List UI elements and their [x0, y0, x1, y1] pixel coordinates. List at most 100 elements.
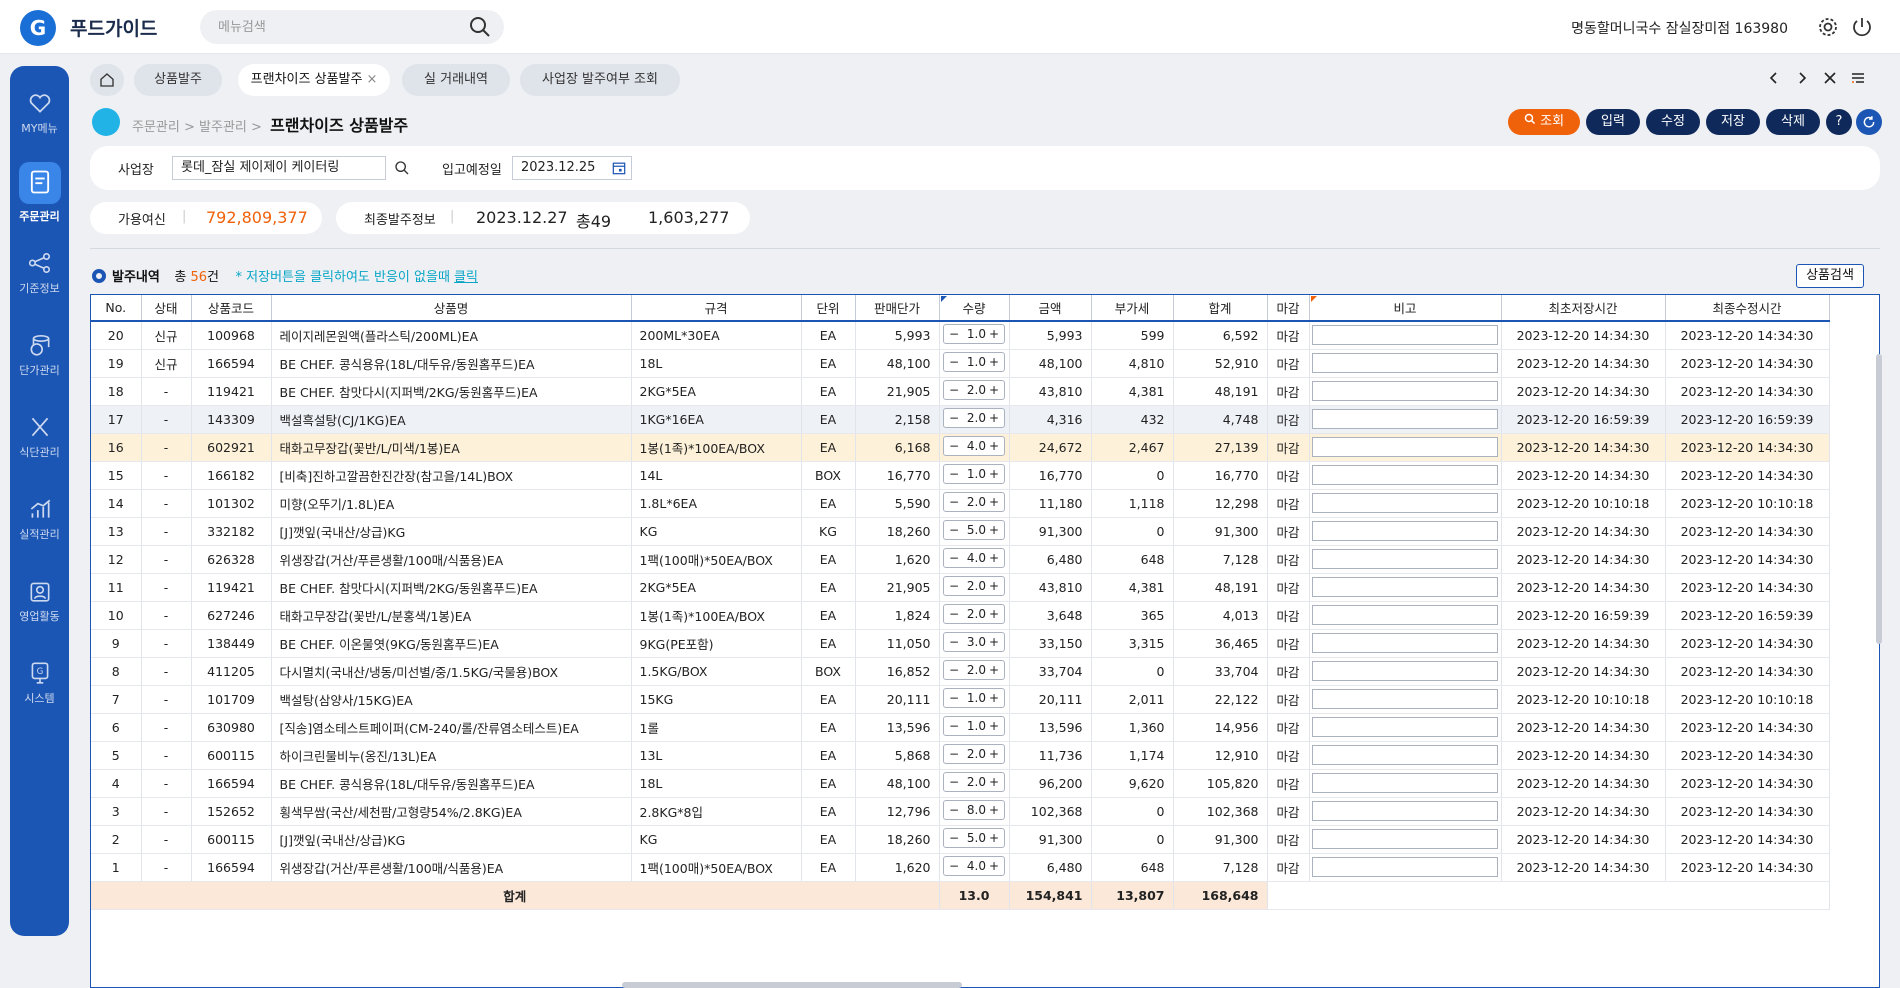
column-header[interactable]: 수량 — [939, 295, 1010, 322]
site-search-icon[interactable] — [394, 160, 410, 176]
sidebar-item-price-management[interactable]: 단가관리 — [10, 322, 69, 394]
qty-value[interactable]: 3.0 — [967, 633, 986, 651]
note-input[interactable] — [1311, 661, 1498, 681]
power-icon[interactable] — [1850, 15, 1874, 39]
table-row[interactable]: 17-143309 백설흑설탕(CJ/1KG)EA 1KG*16EA EA 2,158−… — [91, 405, 1830, 434]
minus-icon[interactable]: − — [949, 717, 959, 735]
note-input[interactable] — [1311, 465, 1498, 485]
quantity-stepper[interactable]: −2.0 + — [943, 603, 1005, 624]
note-input[interactable] — [1311, 437, 1498, 457]
qty-value[interactable]: 1.0 — [967, 689, 986, 707]
note-input[interactable] — [1311, 549, 1498, 569]
note-input[interactable] — [1311, 857, 1498, 877]
column-header[interactable]: 단위 — [801, 295, 856, 322]
table-row[interactable]: 19 신규 166594 BE CHEF. 콩식용유(18L/대두유/동원홈푸드)EA… — [91, 349, 1830, 378]
plus-icon[interactable]: + — [989, 409, 999, 427]
table-row[interactable]: 5-600115 하이크린물비누(옹진/13L)EA 13L EA 5,868−2.0 +… — [91, 741, 1830, 770]
close-all-icon[interactable] — [1822, 70, 1838, 86]
minus-icon[interactable]: − — [949, 857, 959, 875]
minus-icon[interactable]: − — [949, 577, 959, 595]
column-header[interactable]: 마감 — [1267, 295, 1310, 322]
tab-franchise-order[interactable]: 프랜차이즈 상품발주 × — [238, 64, 390, 96]
plus-icon[interactable]: + — [989, 857, 999, 875]
app-logo[interactable]: G — [20, 10, 56, 46]
qty-value[interactable]: 2.0 — [967, 773, 986, 791]
note-input[interactable] — [1311, 353, 1498, 373]
qty-value[interactable]: 2.0 — [967, 745, 986, 763]
quantity-stepper[interactable]: −2.0 + — [943, 771, 1005, 792]
sidebar-item-order-management[interactable]: 주문관리 — [10, 158, 69, 230]
plus-icon[interactable]: + — [989, 549, 999, 567]
plus-icon[interactable]: + — [989, 773, 999, 791]
minus-icon[interactable]: − — [949, 829, 959, 847]
note-input[interactable] — [1311, 493, 1498, 513]
hint-click-link[interactable]: 클릭 — [454, 270, 478, 285]
quantity-stepper[interactable]: −8.0 + — [943, 799, 1005, 820]
minus-icon[interactable]: − — [949, 381, 959, 399]
plus-icon[interactable]: + — [989, 689, 999, 707]
site-field[interactable]: 롯데_잠실 제이제이 케이터링 — [172, 156, 386, 180]
plus-icon[interactable]: + — [989, 437, 999, 455]
qty-value[interactable]: 5.0 — [967, 829, 986, 847]
table-row[interactable]: 20 신규 100968 레이지레몬원액(플라스틱/200ML)EA 200ML*30E… — [91, 321, 1830, 350]
note-input[interactable] — [1311, 745, 1498, 765]
plus-icon[interactable]: + — [989, 745, 999, 763]
tab-product-order[interactable]: 상품발주 — [134, 64, 222, 96]
tab-site-order-status[interactable]: 사업장 발주여부 조회 — [520, 64, 680, 96]
quantity-stepper[interactable]: −1.0 + — [943, 687, 1005, 708]
quantity-stepper[interactable]: −2.0 + — [943, 407, 1005, 428]
plus-icon[interactable]: + — [989, 661, 999, 679]
note-input[interactable] — [1311, 689, 1498, 709]
qty-value[interactable]: 4.0 — [967, 549, 986, 567]
product-search-button[interactable]: 상품검색 — [1796, 264, 1864, 288]
quantity-stepper[interactable]: −4.0 + — [943, 547, 1005, 568]
plus-icon[interactable]: + — [989, 801, 999, 819]
table-row[interactable]: 10-627246 태화고무장갑(꽃반/L/분홍색/1봉)EA 1봉(1족)*100… — [91, 601, 1830, 630]
minus-icon[interactable]: − — [949, 661, 959, 679]
help-button[interactable]: ? — [1826, 109, 1852, 135]
minus-icon[interactable]: − — [949, 549, 959, 567]
sidebar-item-my-menu[interactable]: MY메뉴 — [10, 80, 69, 152]
search-button[interactable]: 조회 — [1508, 109, 1580, 135]
plus-icon[interactable]: + — [989, 605, 999, 623]
quantity-stepper[interactable]: −4.0 + — [943, 855, 1005, 876]
sidebar-item-performance[interactable]: 실적관리 — [10, 486, 69, 558]
minus-icon[interactable]: − — [949, 409, 959, 427]
table-row[interactable]: 8-411205 다시멸치(국내산/냉동/미선별/중/1.5KG/국물용)BOX 1… — [91, 657, 1830, 686]
qty-value[interactable]: 5.0 — [967, 521, 986, 539]
note-input[interactable] — [1311, 521, 1498, 541]
minus-icon[interactable]: − — [949, 633, 959, 651]
minus-icon[interactable]: − — [949, 801, 959, 819]
column-header[interactable]: 합계 — [1173, 295, 1268, 322]
gear-icon[interactable] — [1816, 15, 1840, 39]
column-header[interactable]: 판매단가 — [855, 295, 940, 322]
column-header[interactable]: No. — [91, 295, 142, 322]
tab-list-icon[interactable] — [1850, 70, 1866, 86]
column-header[interactable]: 최초저장시간 — [1501, 295, 1666, 322]
plus-icon[interactable]: + — [989, 577, 999, 595]
qty-value[interactable]: 2.0 — [967, 381, 986, 399]
quantity-stepper[interactable]: −1.0 + — [943, 463, 1005, 484]
quantity-stepper[interactable]: −5.0 + — [943, 519, 1005, 540]
plus-icon[interactable]: + — [989, 521, 999, 539]
delete-button[interactable]: 삭제 — [1766, 109, 1820, 135]
minus-icon[interactable]: − — [949, 325, 959, 343]
column-header[interactable]: 규격 — [631, 295, 802, 322]
table-row[interactable]: 14-101302 미향(오뚜기/1.8L)EA 1.8L*6EA EA 5,590−2… — [91, 489, 1830, 518]
plus-icon[interactable]: + — [989, 829, 999, 847]
table-row[interactable]: 9-138449 BE CHEF. 이온물엿(9KG/동원홈푸드)EA 9KG(PE… — [91, 629, 1830, 658]
qty-value[interactable]: 2.0 — [967, 493, 986, 511]
table-row[interactable]: 3-152652 횡색무쌈(국산/세천팜/고형량54%/2.8KG)EA 2.8KG… — [91, 797, 1830, 826]
column-header[interactable]: 상품코드 — [191, 295, 272, 322]
note-input[interactable] — [1311, 381, 1498, 401]
refresh-button[interactable] — [1856, 109, 1882, 135]
minus-icon[interactable]: − — [949, 465, 959, 483]
vertical-scrollbar[interactable] — [1876, 354, 1882, 644]
minus-icon[interactable]: − — [949, 353, 959, 371]
minus-icon[interactable]: − — [949, 493, 959, 511]
tab-home[interactable] — [90, 64, 124, 96]
edit-button[interactable]: 수정 — [1646, 109, 1700, 135]
table-row[interactable]: 12-626328 위생장갑(거산/푸른생활/100매/식품용)EA 1팩(100매… — [91, 545, 1830, 574]
quantity-stepper[interactable]: −5.0 + — [943, 827, 1005, 848]
note-input[interactable] — [1311, 717, 1498, 737]
